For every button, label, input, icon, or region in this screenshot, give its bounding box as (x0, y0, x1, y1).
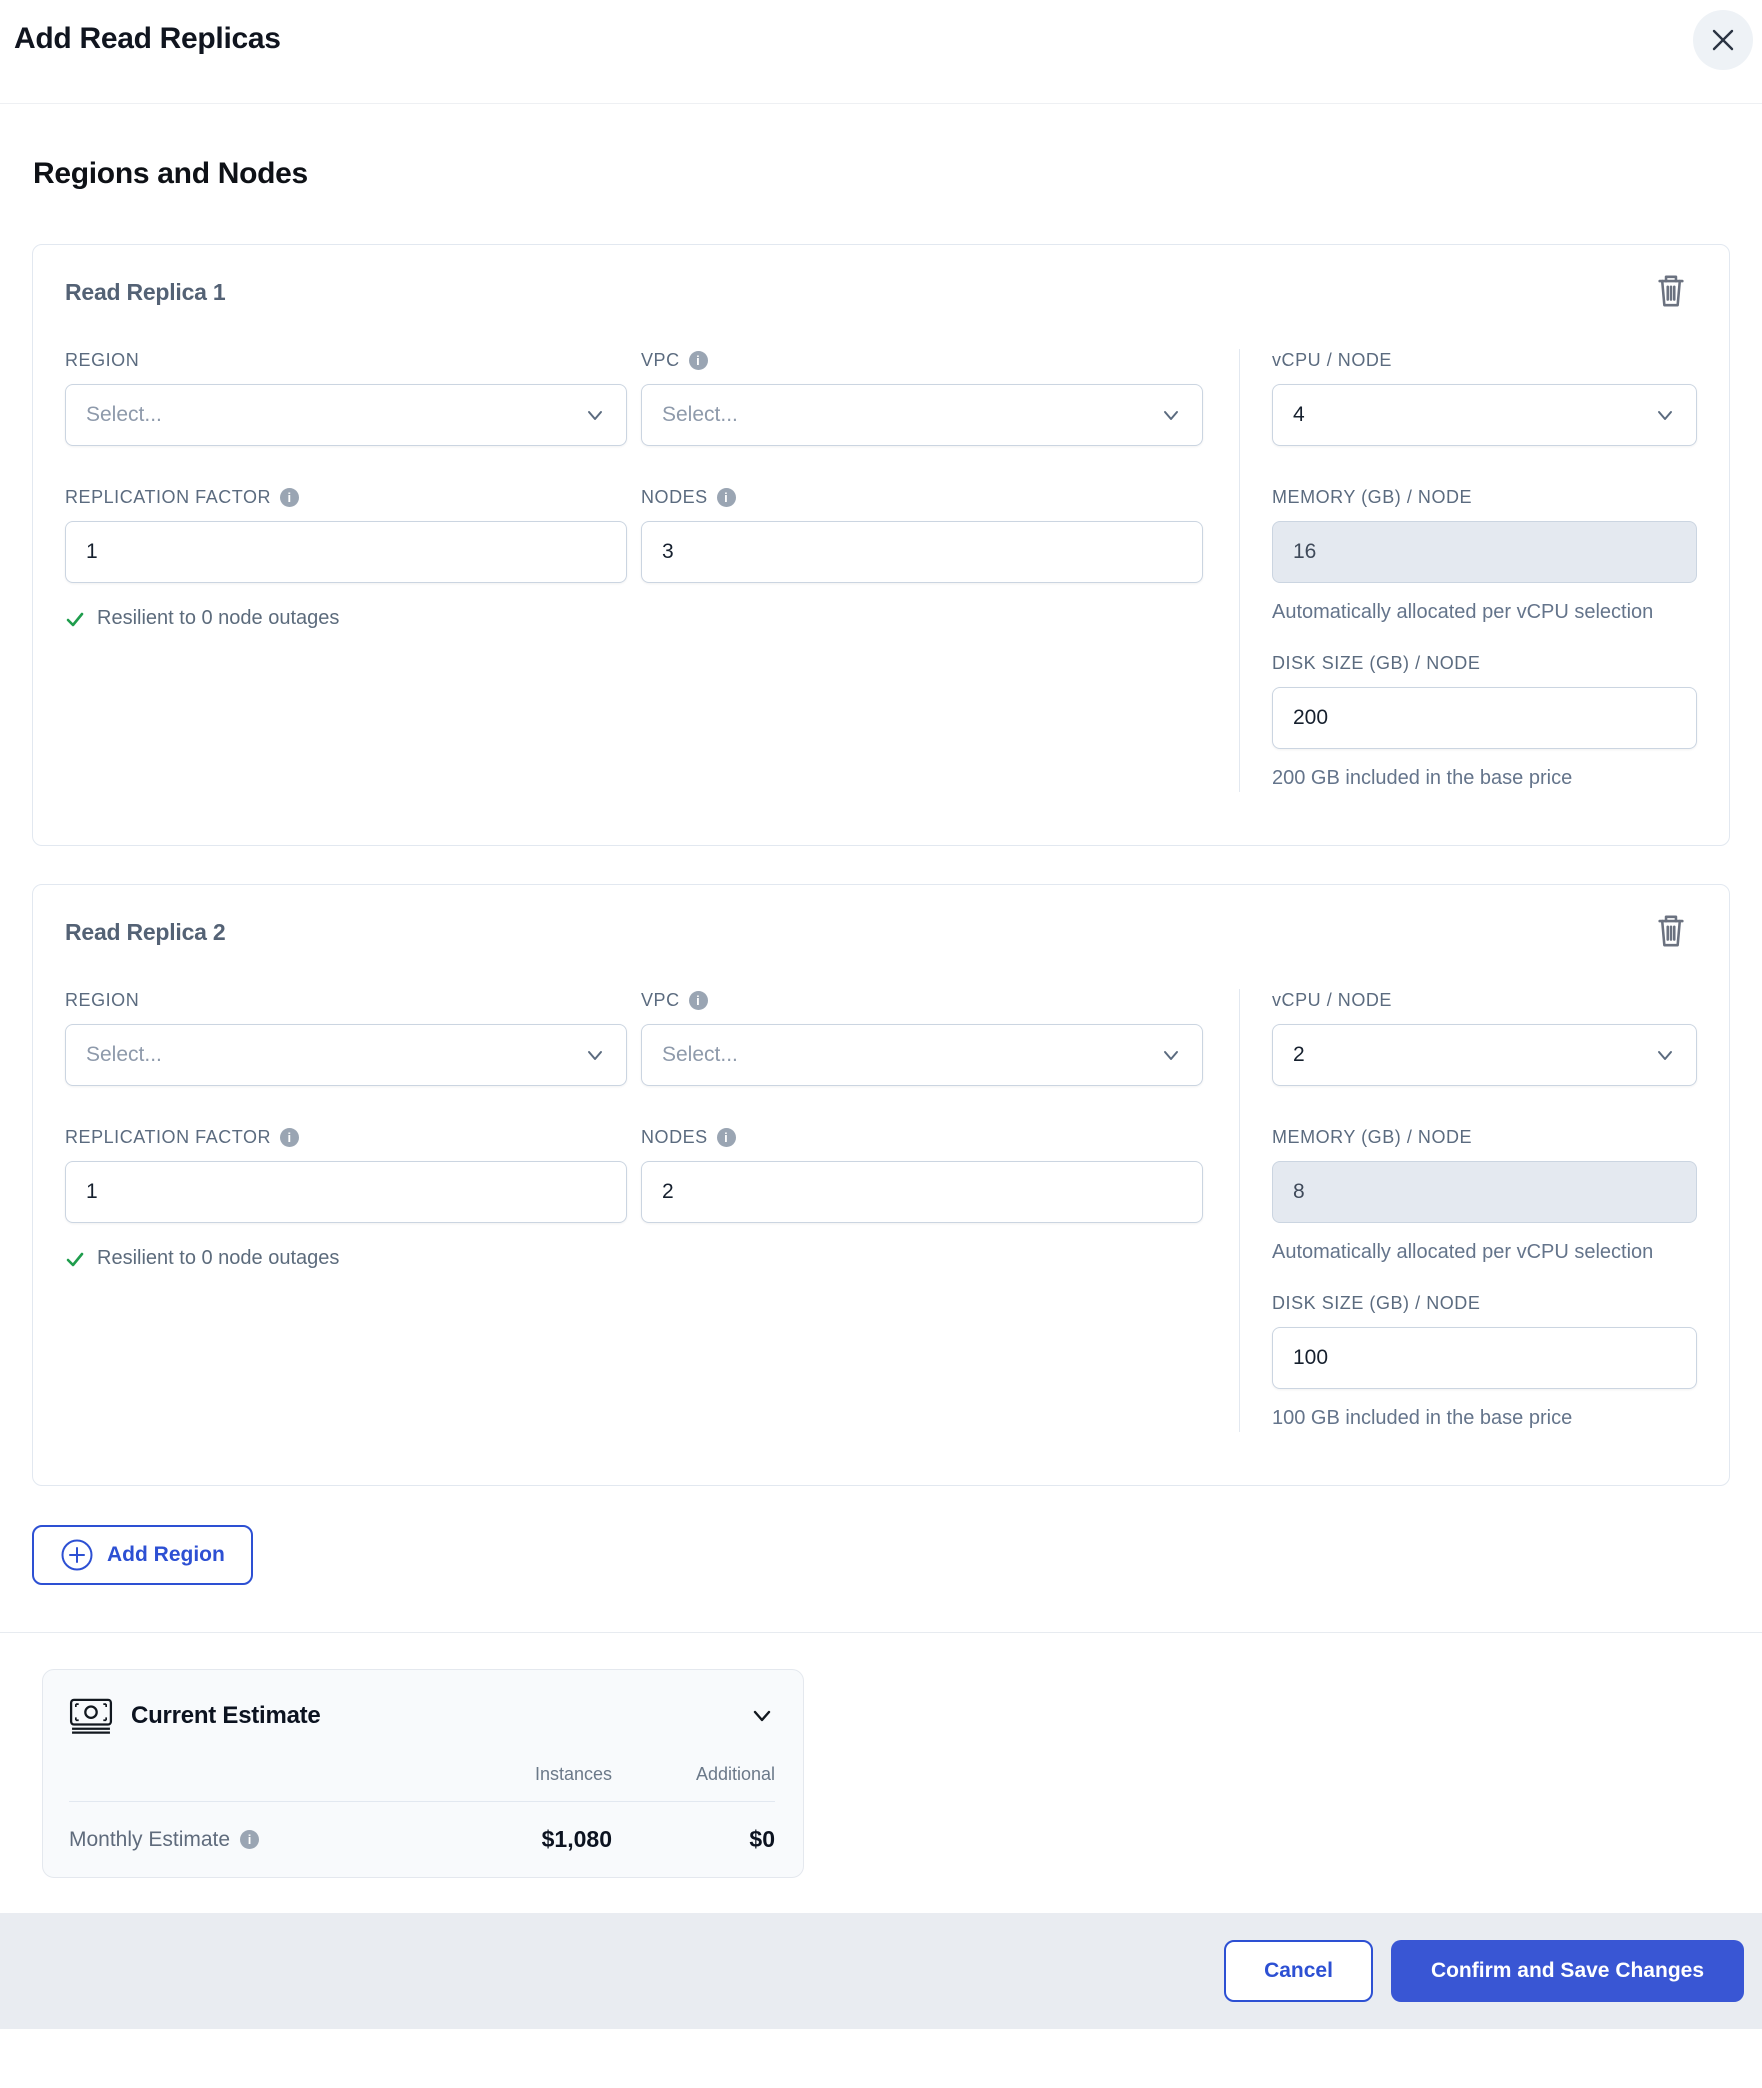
nodes-field: NODES i (641, 1126, 1203, 1223)
vcpu-field: vCPU / NODE 2 (1272, 989, 1697, 1086)
confirm-save-button[interactable]: Confirm and Save Changes (1390, 1940, 1744, 2002)
memory-field: MEMORY (GB) / NODE (1272, 1126, 1697, 1223)
info-icon[interactable]: i (688, 990, 708, 1010)
info-icon[interactable]: i (280, 487, 300, 507)
memory-input (1272, 521, 1697, 583)
vcpu-label: vCPU / NODE (1272, 349, 1392, 370)
vcpu-select[interactable]: 4 (1272, 384, 1697, 446)
disk-note: 200 GB included in the base price (1272, 767, 1573, 789)
nodes-label: NODES i (641, 1126, 1203, 1148)
estimate-table: Instances Additional Monthly Estimate i … (69, 1764, 775, 1853)
memory-label: MEMORY (GB) / NODE (1272, 1126, 1473, 1147)
vpc-select[interactable]: Select... (641, 384, 1203, 446)
nodes-field: NODES i (641, 486, 1203, 583)
monthly-estimate-instances-value: $1,080 (541, 1826, 612, 1852)
disk-size-field: DISK SIZE (GB) / NODE (1272, 1292, 1697, 1389)
replica-title: Read Replica 1 (65, 279, 226, 305)
replication-factor-input[interactable] (65, 521, 627, 583)
replication-factor-field: REPLICATION FACTOR i (65, 486, 627, 583)
replication-factor-label: REPLICATION FACTOR i (65, 486, 627, 508)
banknote-icon (69, 1698, 113, 1734)
resilience-status: Resilient to 0 node outages (65, 607, 627, 630)
vpc-label: VPC i (641, 989, 1203, 1011)
nodes-label: NODES i (641, 486, 1203, 508)
resilience-status: Resilient to 0 node outages (65, 1247, 627, 1270)
section-title: Regions and Nodes (33, 157, 308, 190)
region-field: REGION Select... (65, 349, 627, 446)
add-region-label: Add Region (107, 1543, 225, 1566)
read-replica-card: Read Replica 1 REGION Select... VPC i Se… (32, 244, 1730, 846)
info-icon[interactable]: i (280, 1127, 300, 1147)
chevron-down-icon (1160, 1044, 1182, 1066)
disk-note: 100 GB included in the base price (1272, 1407, 1573, 1429)
memory-label: MEMORY (GB) / NODE (1272, 486, 1473, 507)
disk-size-label: DISK SIZE (GB) / NODE (1272, 652, 1481, 673)
current-estimate-card: Current Estimate Instances Additional Mo… (42, 1669, 804, 1878)
replication-factor-label: REPLICATION FACTOR i (65, 1126, 627, 1148)
chevron-down-icon (1160, 404, 1182, 426)
action-bar: Cancel Confirm and Save Changes (0, 1913, 1762, 2029)
plus-circle-icon (60, 1538, 94, 1572)
replication-factor-field: REPLICATION FACTOR i (65, 1126, 627, 1223)
info-icon[interactable]: i (240, 1830, 260, 1849)
info-icon[interactable]: i (716, 1127, 736, 1147)
footer: Current Estimate Instances Additional Mo… (0, 1632, 1762, 2029)
vcpu-label: vCPU / NODE (1272, 989, 1392, 1010)
estimate-col-additional: Additional (695, 1764, 775, 1784)
trash-icon (1654, 271, 1688, 311)
close-button[interactable] (1693, 10, 1753, 70)
estimate-collapse-button[interactable] (749, 1703, 775, 1729)
read-replica-card: Read Replica 2 REGION Select... VPC i Se… (32, 884, 1730, 1486)
vcpu-select[interactable]: 2 (1272, 1024, 1697, 1086)
vpc-label: VPC i (641, 349, 1203, 371)
vcpu-field: vCPU / NODE 4 (1272, 349, 1697, 446)
check-icon (65, 1249, 85, 1269)
memory-note: Automatically allocated per vCPU selecti… (1272, 1241, 1654, 1263)
estimate-col-instances: Instances (534, 1764, 612, 1784)
region-field: REGION Select... (65, 989, 627, 1086)
nodes-input[interactable] (641, 1161, 1203, 1223)
info-icon[interactable]: i (688, 350, 708, 370)
region-select[interactable]: Select... (65, 384, 627, 446)
replication-factor-input[interactable] (65, 1161, 627, 1223)
region-label: REGION (65, 989, 140, 1010)
disk-size-field: DISK SIZE (GB) / NODE (1272, 652, 1697, 749)
region-select[interactable]: Select... (65, 1024, 627, 1086)
chevron-down-icon (749, 1703, 775, 1729)
delete-replica-button[interactable] (1649, 907, 1693, 955)
check-icon (65, 609, 85, 629)
nodes-input[interactable] (641, 521, 1203, 583)
close-icon (1710, 27, 1736, 53)
memory-note: Automatically allocated per vCPU selecti… (1272, 601, 1654, 623)
monthly-estimate-label: Monthly Estimate i (69, 1802, 482, 1853)
disk-size-label: DISK SIZE (GB) / NODE (1272, 1292, 1481, 1313)
replica-list: Read Replica 1 REGION Select... VPC i Se… (0, 244, 1762, 1486)
memory-field: MEMORY (GB) / NODE (1272, 486, 1697, 583)
memory-input (1272, 1161, 1697, 1223)
region-label: REGION (65, 349, 140, 370)
disk-size-input[interactable] (1272, 1327, 1697, 1389)
vpc-field: VPC i Select... (641, 989, 1203, 1086)
estimate-title: Current Estimate (131, 1702, 321, 1729)
vpc-select[interactable]: Select... (641, 1024, 1203, 1086)
disk-size-input[interactable] (1272, 687, 1697, 749)
info-icon[interactable]: i (716, 487, 736, 507)
trash-icon (1654, 911, 1688, 951)
vpc-field: VPC i Select... (641, 349, 1203, 446)
monthly-estimate-additional-value: $0 (749, 1826, 775, 1852)
modal-header: Add Read Replicas (0, 0, 1762, 104)
add-read-replicas-modal: Add Read Replicas Regions and Nodes Read… (0, 0, 1762, 2029)
modal-title: Add Read Replicas (14, 22, 281, 55)
chevron-down-icon (584, 404, 606, 426)
delete-replica-button[interactable] (1649, 267, 1693, 315)
estimate-header: Current Estimate (69, 1698, 775, 1734)
add-region-button[interactable]: Add Region (32, 1525, 253, 1585)
chevron-down-icon (1654, 1044, 1676, 1066)
replica-title: Read Replica 2 (65, 919, 226, 945)
cancel-button[interactable]: Cancel (1224, 1940, 1373, 2002)
chevron-down-icon (1654, 404, 1676, 426)
chevron-down-icon (584, 1044, 606, 1066)
